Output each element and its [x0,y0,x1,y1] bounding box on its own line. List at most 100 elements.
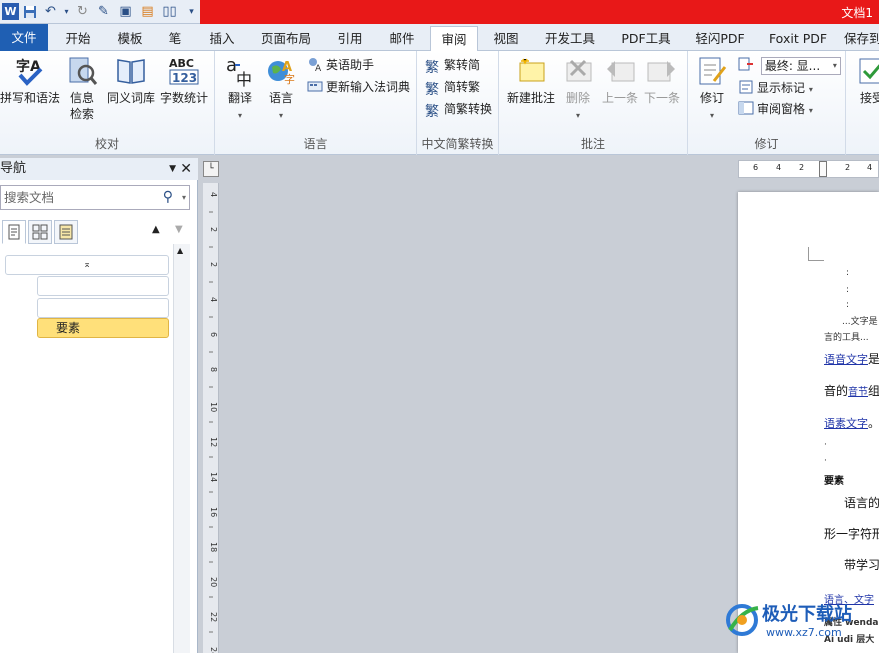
review-pane-button[interactable]: 审阅窗格 ▾ [738,99,813,119]
collapse-all-node[interactable]: ⌅ [5,255,169,275]
next-comment-button[interactable]: 下一条 [641,55,683,106]
tab-pen[interactable]: 笔 [160,26,190,51]
convert-label: 简繁转换 [444,102,493,116]
save-icon[interactable] [21,3,38,20]
thesaurus-button[interactable]: 同义词库 [104,55,158,106]
nav-scrollbar[interactable]: ▲ [173,244,190,653]
tab-save-to[interactable]: 保存到 [844,26,879,51]
svg-text:A: A [315,64,322,72]
search-placeholder: 搜索文档 [4,190,55,205]
tab-insert[interactable]: 插入 [200,26,244,51]
spelling-icon: 字A [16,58,43,86]
show-markup-button[interactable]: 显示标记 ▾ [738,78,813,98]
search-icon[interactable]: ⚲ [163,186,173,209]
doc-text: 组 [868,384,879,398]
doc-line: ...文字是 [842,317,878,327]
review-pane-label: 审阅窗格 [757,102,806,116]
tab-template[interactable]: 模板 [108,26,152,51]
indent-marker[interactable] [819,161,827,177]
edit-icon[interactable]: ✎ [95,3,112,20]
browse-headings-tab[interactable] [2,220,26,244]
tab-pdf-tools[interactable]: PDF工具 [614,26,678,51]
ruler-tick-label: 16 [209,507,218,517]
tab-page-layout[interactable]: 页面布局 [254,26,318,51]
doc-link[interactable]: 语素文字 [824,417,868,430]
tab-review[interactable]: 审阅 [430,26,478,52]
previous-comment-icon [607,61,635,82]
tab-mailings[interactable]: 邮件 [380,26,424,51]
scroll-up-icon[interactable]: ▲ [177,246,183,255]
translate-icon: a中 [226,55,252,87]
group-language: a中 翻译 ▾ A字 语言 ▾ A 英语助手 更新输入法词典 语言 [215,51,417,155]
vertical-ruler-ticks: 4224681012141618202224 [209,192,218,653]
group-comments: 新建批注 删除 ▾ 上一条 下一条 批注 [499,51,688,155]
undo-dropdown-icon[interactable]: ▾ [58,3,75,20]
read-icon[interactable]: ▯▯ [161,3,178,20]
chinese-conversion-button[interactable]: 繁简繁转换 [425,99,493,120]
ruler-tick-label: 10 [209,402,218,412]
final-markup-value[interactable]: 最终: 显... ▾ [760,56,841,75]
spelling-grammar-button[interactable]: 字A 拼写和语法 [0,55,60,106]
heading-node-selected[interactable]: 要素 [37,318,169,338]
document-page[interactable]: : : : ...文字是 言的工具... 语音文字是 音的音节组 语素文字。 ·… [738,192,879,653]
new-icon[interactable]: ▤ [139,3,156,20]
browse-results-tab[interactable] [54,220,78,244]
heading-node[interactable] [37,298,169,318]
track-changes-icon [699,57,727,85]
tab-foxit-pdf[interactable]: Foxit PDF [762,26,834,51]
research-button[interactable]: 信息 检索 [62,55,102,122]
ruler-tick-label: 2 [209,262,218,267]
delete-comment-button[interactable]: 删除 ▾ [559,55,597,124]
next-heading-icon[interactable]: ▼ [175,224,183,235]
display-for-review-select[interactable]: 最终: 显... ▾ [738,55,841,75]
pages-grid-icon [32,224,48,240]
track-changes-button[interactable]: 修订 ▾ [692,55,732,124]
spelling-label: 拼写和语法 [0,91,61,105]
browse-pages-tab[interactable] [28,220,52,244]
simplified-to-traditional-button[interactable]: 繁简转繁 [425,77,480,98]
tab-selector-icon[interactable]: └ [203,161,219,177]
doc-link[interactable]: 语音文字 [824,353,868,366]
previous-heading-icon[interactable]: ▲ [152,224,160,235]
print-preview-icon[interactable]: ▣ [117,3,134,20]
language-button[interactable]: A字 语言 ▾ [261,55,301,124]
update-ime-button[interactable]: 更新输入法词典 [307,77,410,97]
group-chinese-conversion-label: 中文简繁转换 [421,137,494,151]
tab-file[interactable]: 文件 [0,24,48,51]
new-comment-button[interactable]: 新建批注 [503,55,559,106]
translate-button[interactable]: a中 翻译 ▾ [219,55,261,124]
text-fragment: : [846,268,850,278]
collapse-icon: ⌅ [83,260,91,270]
new-comment-label: 新建批注 [506,91,555,105]
show-markup-icon [739,80,753,94]
text-fragment: : [846,300,850,310]
watermark-logo: 极光下载站 www.xz7.com [722,596,879,653]
group-proofing: 字A 拼写和语法 信息 检索 同义词库 ABC 123 字数统计 校对 [0,51,215,155]
tab-view[interactable]: 视图 [486,26,526,51]
word-icon[interactable]: W [2,3,19,20]
word-count-button[interactable]: ABC 123 字数统计 [158,55,210,106]
undo-icon[interactable]: ↶ [42,3,59,20]
ribbon-tabs: 文件 开始 模板 笔 插入 页面布局 引用 邮件 审阅 视图 开发工具 PDF工… [0,24,879,52]
pane-options-icon[interactable]: ▼ [169,158,176,180]
traditional-to-simplified-button[interactable]: 繁繁转简 [425,55,480,76]
accept-icon [859,58,879,84]
heading-node[interactable] [37,276,169,296]
doc-paragraph: 带学习 [844,558,879,572]
translate-dropdown-icon: ▾ [237,111,242,120]
ruler-tick-label: 14 [209,472,218,482]
tab-developer[interactable]: 开发工具 [536,26,604,51]
tab-flash-pdf[interactable]: 轻闪PDF [688,26,752,51]
close-icon[interactable]: ✕ [180,158,192,180]
english-assistant-button[interactable]: A 英语助手 [307,55,374,75]
search-input[interactable]: 搜索文档 ⚲ ▾ [0,185,190,210]
previous-comment-button[interactable]: 上一条 [599,55,641,106]
redo-icon[interactable]: ↻ [74,3,91,20]
customize-icon[interactable]: ▾ [183,3,200,20]
accept-button[interactable]: 接受 [852,55,879,106]
review-pane-icon [738,101,754,115]
tab-references[interactable]: 引用 [328,26,372,51]
tab-home[interactable]: 开始 [56,26,100,51]
doc-link[interactable]: 音节 [848,387,868,398]
search-dropdown-icon[interactable]: ▾ [182,186,186,209]
